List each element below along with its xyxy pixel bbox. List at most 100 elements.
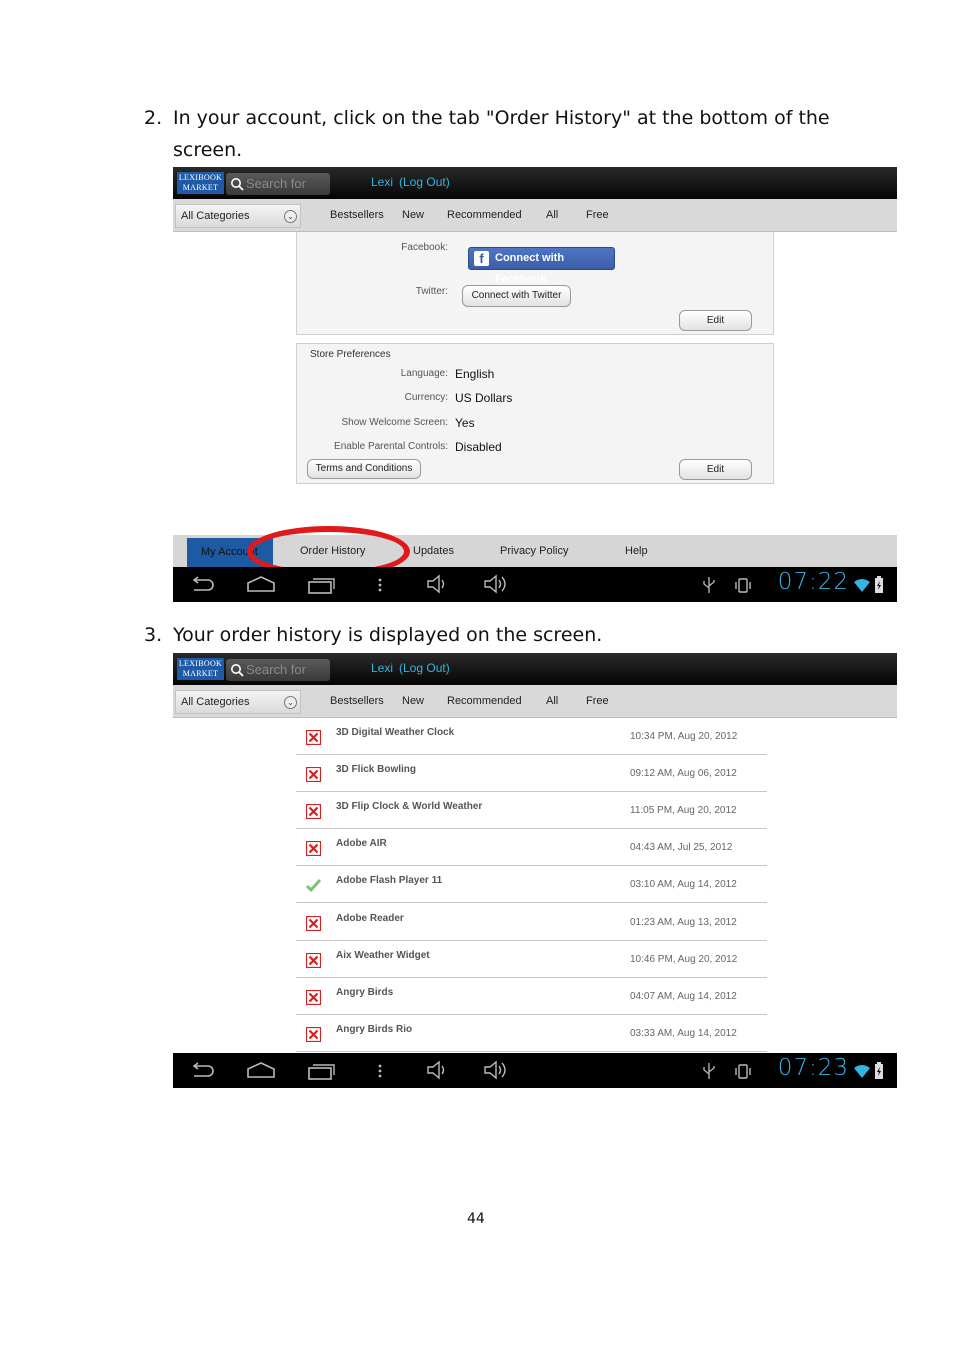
search-icon <box>231 178 244 191</box>
user-name: Lexi <box>371 661 394 675</box>
category-all[interactable]: All <box>546 695 558 707</box>
welcome-screen-label: Show Welcome Screen: <box>341 417 448 428</box>
failed-x-icon <box>306 989 321 1005</box>
social-panel: Facebook: f Connect with Facebook Twitte… <box>296 232 774 335</box>
logout-link[interactable]: (Log Out) <box>399 175 450 189</box>
search-placeholder: Search for <box>246 662 306 677</box>
order-app-name: Angry Birds <box>336 986 394 998</box>
store-preferences-panel: Store Preferences Language: English Curr… <box>296 343 774 484</box>
order-app-name: 3D Digital Weather Clock <box>336 727 455 738</box>
order-app-name: Adobe AIR <box>336 838 387 850</box>
category-recommended[interactable]: Recommended <box>447 695 522 707</box>
order-row[interactable]: Adobe AIR 04:43 AM, Jul 25, 2012 <box>296 829 767 867</box>
failed-x-icon <box>306 767 321 783</box>
lexibook-logo[interactable]: LEXIBOOK MARKET <box>177 172 224 194</box>
volume-down-icon[interactable] <box>426 1060 450 1080</box>
order-app-name: Adobe Reader <box>336 912 404 924</box>
recent-apps-icon[interactable] <box>307 576 335 594</box>
debug-icon <box>735 578 751 593</box>
dropdown-icon: ⌄ <box>284 210 297 223</box>
search-input[interactable]: Search for <box>226 173 330 195</box>
search-placeholder: Search for <box>246 176 306 191</box>
user-area: Lexi (Log Out) <box>371 661 456 675</box>
step-text: In your account, click on the tab "Order… <box>173 107 830 161</box>
parental-controls-value: Disabled <box>455 440 502 454</box>
order-date: 03:33 AM, Aug 14, 2012 <box>630 1027 737 1039</box>
search-input[interactable]: Search for <box>226 659 330 681</box>
failed-x-icon <box>306 952 321 968</box>
usb-icon <box>703 577 715 593</box>
edit-social-button[interactable]: Edit <box>679 310 752 331</box>
menu-icon[interactable] <box>377 1064 383 1078</box>
category-new[interactable]: New <box>402 695 424 707</box>
dropdown-icon: ⌄ <box>284 696 297 709</box>
menu-icon[interactable] <box>377 578 383 592</box>
facebook-icon: f <box>474 251 489 266</box>
battery-icon <box>875 1062 883 1079</box>
home-icon[interactable] <box>246 1062 276 1078</box>
logout-link[interactable]: (Log Out) <box>399 661 450 675</box>
volume-up-icon[interactable] <box>483 1060 511 1080</box>
order-row[interactable]: Adobe Flash Player 11 03:10 AM, Aug 14, 2… <box>296 866 767 904</box>
order-app-name: Angry Birds Rio <box>336 1023 413 1035</box>
edit-preferences-button[interactable]: Edit <box>679 459 752 480</box>
category-all[interactable]: All <box>546 209 558 221</box>
order-date: 11:05 PM, Aug 20, 2012 <box>630 805 737 817</box>
connect-twitter-button[interactable]: Connect with Twitter <box>462 285 571 307</box>
failed-x-icon <box>306 841 321 857</box>
volume-down-icon[interactable] <box>426 574 450 594</box>
order-app-name: 3D Flick Bowling <box>336 764 417 776</box>
search-icon <box>231 664 244 677</box>
currency-label: Currency: <box>404 392 448 403</box>
step-text: Your order history is displayed on the s… <box>173 624 603 646</box>
category-bar: All Categories ⌄ Bestsellers New Recomme… <box>173 199 897 232</box>
category-free[interactable]: Free <box>586 695 609 707</box>
connect-facebook-button[interactable]: f Connect with Facebook <box>468 247 615 285</box>
recent-apps-icon[interactable] <box>307 1062 335 1080</box>
system-clock: 07:22 <box>777 569 849 595</box>
order-row[interactable]: 3D Digital Weather Clock 10:34 PM, Aug 20… <box>296 718 767 755</box>
tab-privacy-policy[interactable]: Privacy Policy <box>500 545 568 557</box>
order-date: 01:23 AM, Aug 13, 2012 <box>630 916 737 928</box>
language-value: English <box>455 367 495 381</box>
order-row[interactable]: 3D Flick Bowling 09:12 AM, Aug 06, 2012 <box>296 755 767 793</box>
category-free[interactable]: Free <box>586 209 609 221</box>
user-name: Lexi <box>371 175 394 189</box>
order-app-name: Adobe Flash Player 11 <box>336 875 443 887</box>
order-row[interactable]: 3D Flip Clock & World Weather 11:05 PM, A… <box>296 792 767 830</box>
tab-help[interactable]: Help <box>625 545 648 557</box>
page-number: 44 <box>467 1211 485 1227</box>
category-recommended[interactable]: Recommended <box>447 209 522 221</box>
order-row[interactable]: Aix Weather Widget 10:46 PM, Aug 20, 2012 <box>296 941 767 978</box>
battery-icon <box>875 576 883 593</box>
failed-x-icon <box>306 915 321 931</box>
order-row[interactable]: Adobe Reader 01:23 AM, Aug 13, 2012 <box>296 904 767 941</box>
wifi-icon <box>854 579 870 592</box>
volume-up-icon[interactable] <box>483 574 511 594</box>
currency-value: US Dollars <box>455 391 513 405</box>
usb-icon <box>703 1063 715 1079</box>
order-history-list: 3D Digital Weather Clock 10:34 PM, Aug 20… <box>277 718 793 1053</box>
home-icon[interactable] <box>246 576 276 592</box>
system-nav-bar: 07:22 <box>173 567 897 602</box>
order-row[interactable]: Angry Birds Rio 03:33 AM, Aug 14, 2012 <box>296 1015 767 1052</box>
back-icon[interactable] <box>190 576 216 594</box>
category-bestsellers[interactable]: Bestsellers <box>330 695 384 707</box>
category-new[interactable]: New <box>402 209 424 221</box>
store-preferences-title: Store Preferences <box>310 349 391 360</box>
order-row[interactable]: Angry Birds 04:07 AM, Aug 14, 2012 <box>296 978 767 1015</box>
category-select[interactable]: All Categories ⌄ <box>175 690 301 714</box>
step-number: 3. <box>144 624 163 646</box>
tab-updates[interactable]: Updates <box>413 545 454 557</box>
user-area: Lexi (Log Out) <box>371 175 456 189</box>
back-icon[interactable] <box>190 1062 216 1080</box>
wifi-icon <box>854 1065 870 1078</box>
twitter-label: Twitter: <box>415 286 448 297</box>
category-bar: All Categories ⌄ Bestsellers New Recomme… <box>173 685 897 718</box>
terms-button[interactable]: Terms and Conditions <box>307 459 421 479</box>
facebook-label: Facebook: <box>401 242 448 253</box>
order-history-screenshot: LEXIBOOK MARKET Search for Lexi (Log Out)… <box>173 653 897 1088</box>
category-select[interactable]: All Categories ⌄ <box>175 204 301 228</box>
lexibook-logo[interactable]: LEXIBOOK MARKET <box>177 658 224 680</box>
category-bestsellers[interactable]: Bestsellers <box>330 209 384 221</box>
